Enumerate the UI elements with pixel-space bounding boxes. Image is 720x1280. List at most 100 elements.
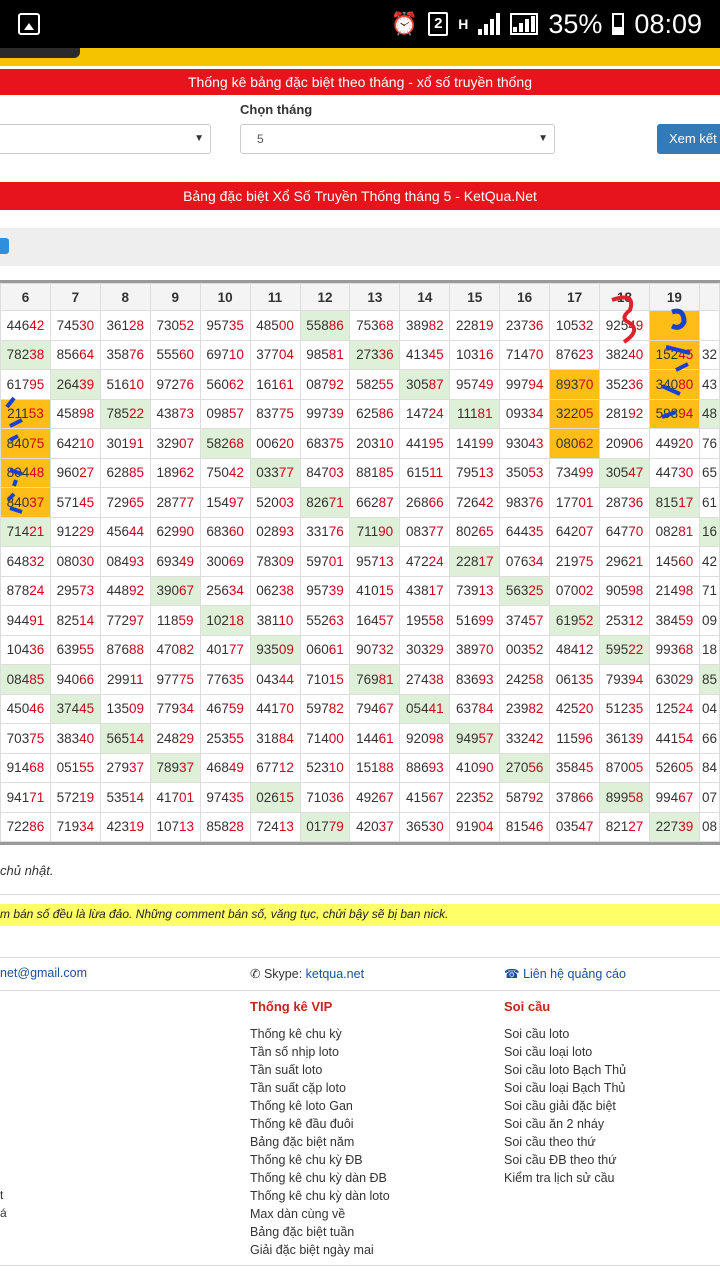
result-cell: 29911 bbox=[99, 664, 151, 695]
result-cell: 48500 bbox=[249, 310, 301, 341]
result-cell: 74530 bbox=[49, 310, 101, 341]
soicau-link[interactable]: Soi cầu loại Bạch Thủ bbox=[504, 1079, 626, 1097]
result-cell: 27937 bbox=[99, 752, 151, 783]
table-row: 08485 94066 29911 97775 77635 04344 71015 76981… bbox=[0, 664, 720, 695]
vip-link[interactable]: Thống kê chu kỳ dàn loto bbox=[250, 1187, 390, 1205]
result-cell: 51699 bbox=[449, 605, 501, 636]
vip-link[interactable]: Thống kê chu kỳ dàn ĐB bbox=[250, 1169, 390, 1187]
vip-link[interactable]: Thống kê chu kỳ bbox=[250, 1025, 390, 1043]
result-cell: 99368 bbox=[648, 634, 700, 665]
result-cell: 11859 bbox=[149, 605, 201, 636]
result-cell: 30547 bbox=[599, 457, 650, 488]
result-cell: 08377 bbox=[399, 516, 451, 547]
column-header-day-7: 7 bbox=[49, 283, 101, 311]
result-cell: 79467 bbox=[349, 693, 401, 724]
result-cell: 08030 bbox=[49, 546, 101, 577]
result-cell: 56514 bbox=[99, 723, 151, 754]
vip-link[interactable]: Thống kê chu kỳ ĐB bbox=[250, 1151, 390, 1169]
result-cell: 44730 bbox=[648, 457, 700, 488]
vip-link[interactable]: Bảng đặc biệt năm bbox=[250, 1133, 390, 1151]
result-cell: 33242 bbox=[499, 723, 551, 754]
result-cell: 92098 bbox=[399, 723, 451, 754]
result-cell: 11596 bbox=[549, 723, 601, 754]
month-select[interactable]: 5 ▼ bbox=[240, 124, 555, 154]
table-row: 87824 29573 44892 39067 25634 06238 95739 41015… bbox=[0, 575, 720, 606]
result-cell: 78309 bbox=[249, 546, 301, 577]
result-cell: 22739 bbox=[648, 811, 700, 842]
footnote: chủ nhật. bbox=[0, 863, 54, 878]
result-cell: 10713 bbox=[149, 811, 201, 842]
soicau-link[interactable]: Soi cầu theo thứ bbox=[504, 1133, 626, 1151]
result-cell: 01779 bbox=[299, 811, 351, 842]
vip-link[interactable]: Tần suất cặp loto bbox=[250, 1079, 390, 1097]
result-cell bbox=[648, 310, 700, 341]
result-cell: 33176 bbox=[299, 516, 351, 547]
result-cell: 09334 bbox=[499, 398, 551, 429]
result-cell: 87623 bbox=[549, 339, 601, 370]
result-cell: 56062 bbox=[199, 369, 251, 400]
soicau-link[interactable]: Kiểm tra lịch sử cầu bbox=[504, 1169, 626, 1187]
result-cell: 57219 bbox=[49, 782, 101, 813]
result-cell: 71015 bbox=[299, 664, 351, 695]
result-cell: 12524 bbox=[648, 693, 700, 724]
result-cell: 21153 bbox=[0, 398, 51, 429]
view-results-button[interactable]: Xem kết q bbox=[657, 124, 720, 154]
result-cell: 77934 bbox=[149, 693, 201, 724]
result-cell: 55560 bbox=[149, 339, 201, 370]
result-cell: 68360 bbox=[199, 516, 251, 547]
result-cell: 88693 bbox=[399, 752, 451, 783]
alarm-icon: ⏰ bbox=[390, 11, 419, 36]
ads-link[interactable]: Liên hệ quảng cáo bbox=[523, 967, 626, 981]
skype-link[interactable]: ketqua.net bbox=[306, 967, 364, 981]
table-title-bar: Bảng đặc biệt Xổ Số Truyền Thống tháng 5… bbox=[0, 182, 720, 210]
result-cell: 88185 bbox=[349, 457, 401, 488]
contact-ads[interactable]: ☎ Liên hệ quảng cáo bbox=[504, 966, 626, 981]
column-header-day-15: 15 bbox=[449, 283, 501, 311]
result-cell: 30587 bbox=[399, 369, 451, 400]
result-cell: 16457 bbox=[349, 605, 401, 636]
result-cell: 47082 bbox=[149, 634, 201, 665]
vip-link[interactable]: Giải đặc biệt ngày mai bbox=[250, 1241, 390, 1259]
year-select[interactable]: ▼ bbox=[0, 124, 211, 154]
result-cell: 45644 bbox=[99, 516, 151, 547]
top-banner[interactable] bbox=[0, 48, 720, 66]
soicau-link[interactable]: Soi cầu ĐB theo thứ bbox=[504, 1151, 626, 1169]
result-cell: 99467 bbox=[648, 782, 700, 813]
result-cell: 85828 bbox=[199, 811, 251, 842]
page-title-bar: Thống kê bảng đặc biệt theo tháng - xổ s… bbox=[0, 69, 720, 95]
result-cell: 38110 bbox=[249, 605, 301, 636]
result-cell: 43817 bbox=[399, 575, 451, 606]
vip-link[interactable]: Thống kê đầu đuôi bbox=[250, 1115, 390, 1133]
result-cell: 63029 bbox=[648, 664, 700, 695]
contact-email[interactable]: net@gmail.com bbox=[0, 966, 87, 980]
soicau-link[interactable]: Soi cầu giải đặc biệt bbox=[504, 1097, 626, 1115]
result-cell: 70375 bbox=[0, 723, 51, 754]
result-cell bbox=[698, 310, 720, 341]
result-cell: 38970 bbox=[449, 634, 501, 665]
email-link[interactable]: net@gmail.com bbox=[0, 966, 87, 980]
result-cell: 84075 bbox=[0, 428, 51, 459]
network-type-icon: H bbox=[458, 16, 469, 32]
vip-link[interactable]: Thống kê loto Gan bbox=[250, 1097, 390, 1115]
vip-link[interactable]: Bảng đặc biệt tuần bbox=[250, 1223, 390, 1241]
result-cell: 48412 bbox=[549, 634, 601, 665]
result-cell: 26866 bbox=[399, 487, 451, 518]
vip-link[interactable]: Tần số nhịp loto bbox=[250, 1043, 390, 1061]
status-icons: ⏰ 2 H 35% 08:09 bbox=[391, 8, 702, 40]
result-cell: 22819 bbox=[449, 310, 501, 341]
toggle-tab[interactable] bbox=[0, 238, 9, 254]
soicau-link[interactable]: Soi cầu loto Bạch Thủ bbox=[504, 1061, 626, 1079]
chevron-down-icon: ▼ bbox=[538, 133, 548, 144]
vip-link[interactable]: Max dàn cùng về bbox=[250, 1205, 390, 1223]
soicau-link[interactable]: Soi cầu ăn 2 nháy bbox=[504, 1115, 626, 1133]
result-cell: 71190 bbox=[349, 516, 401, 547]
soicau-link[interactable]: Soi cầu loto bbox=[504, 1025, 626, 1043]
result-cell: 14724 bbox=[399, 398, 451, 429]
result-cell: 82127 bbox=[599, 811, 650, 842]
vip-link[interactable]: Tần suất loto bbox=[250, 1061, 390, 1079]
column-header-day-18: 18 bbox=[599, 283, 650, 311]
column-header-day-6: 6 bbox=[0, 283, 51, 311]
result-cell: 07 bbox=[698, 782, 720, 813]
soicau-link[interactable]: Soi cầu loại loto bbox=[504, 1043, 626, 1061]
result-cell: 47224 bbox=[399, 546, 451, 577]
